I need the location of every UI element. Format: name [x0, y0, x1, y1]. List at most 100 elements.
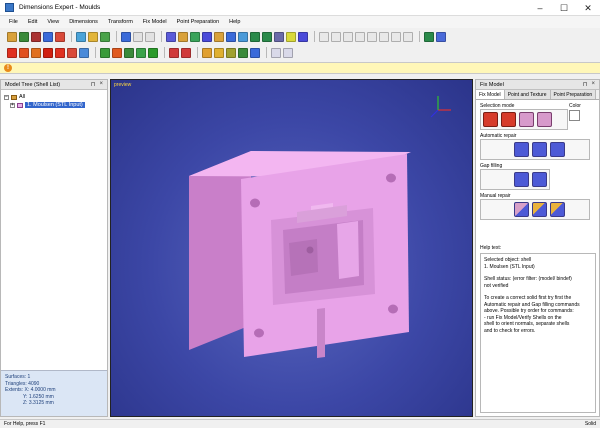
fill-holes-button[interactable]	[514, 172, 529, 187]
toolbar-button-row1-0[interactable]	[7, 31, 17, 42]
color-group: Color	[569, 103, 593, 121]
add-triangle-button[interactable]	[550, 202, 565, 217]
select-triangle-button[interactable]	[501, 112, 516, 127]
automatic-repair-group: Automatic repair	[480, 133, 590, 160]
toolbar-button-row1-17[interactable]	[202, 31, 212, 42]
select-edge-button[interactable]	[537, 112, 552, 127]
toolbar-button-row2-24[interactable]	[283, 47, 293, 58]
toolbar-separator	[419, 31, 420, 42]
menu-point-preparation[interactable]: Point Preparation	[177, 19, 220, 25]
toolbar-button-row2-12[interactable]	[148, 47, 158, 58]
toolbar-button-row2-0[interactable]	[7, 47, 17, 58]
toolbar-button-row1-14[interactable]	[166, 31, 176, 42]
tree-item-label: 1. Moulsen (STL Input)	[25, 102, 85, 108]
toolbar-button-row2-2[interactable]	[31, 47, 41, 58]
toolbar-button-row2-14[interactable]	[169, 47, 179, 58]
warning-icon: !	[4, 64, 12, 72]
tab-fix-model[interactable]: Fix Model	[476, 90, 505, 99]
toolbar-button-row1-37[interactable]	[436, 31, 446, 42]
orient-normals-button[interactable]	[550, 142, 565, 157]
toolbar-button-row1-25[interactable]	[298, 31, 308, 42]
toolbar-button-row1-11[interactable]	[133, 31, 143, 42]
maximize-button[interactable]: ☐	[552, 0, 576, 16]
panel-close-icon[interactable]: ×	[99, 81, 103, 88]
toolbar-button-row1-33[interactable]	[391, 31, 401, 42]
toolbar-button-row2-15[interactable]	[181, 47, 191, 58]
toolbar-button-row2-6[interactable]	[79, 47, 89, 58]
select-surface-button[interactable]	[519, 112, 534, 127]
toolbar-button-row2-20[interactable]	[238, 47, 248, 58]
toolbar-button-row1-29[interactable]	[343, 31, 353, 42]
toolbar-button-row2-19[interactable]	[226, 47, 236, 58]
tree-item-label: All	[19, 94, 26, 100]
toolbar-button-row1-16[interactable]	[190, 31, 200, 42]
toolbar-button-row1-31[interactable]	[367, 31, 377, 42]
toolbar-button-row2-9[interactable]	[112, 47, 122, 58]
select-shell-button[interactable]	[483, 112, 498, 127]
toolbar-button-row2-10[interactable]	[124, 47, 134, 58]
minimize-button[interactable]: –	[528, 0, 552, 16]
toolbar-button-row1-22[interactable]	[262, 31, 272, 42]
tree-item-moulsen[interactable]: + 1. Moulsen (STL Input)	[4, 101, 104, 109]
toolbar-button-row1-10[interactable]	[121, 31, 131, 42]
tab-point-preparation[interactable]: Point Preparation	[550, 90, 597, 99]
toolbar-button-row2-21[interactable]	[250, 47, 260, 58]
toolbar-button-row1-1[interactable]	[19, 31, 29, 42]
menu-fix-model[interactable]: Fix Model	[143, 19, 167, 25]
menu-dimensions[interactable]: Dimensions	[69, 19, 98, 25]
toolbar-button-row2-1[interactable]	[19, 47, 29, 58]
toolbar-button-row1-36[interactable]	[424, 31, 434, 42]
toolbar-button-row1-28[interactable]	[331, 31, 341, 42]
toolbar-button-row1-8[interactable]	[100, 31, 110, 42]
toolbar-button-row1-32[interactable]	[379, 31, 389, 42]
toolbar-button-row1-23[interactable]	[274, 31, 284, 42]
pin-icon[interactable]: ⊓	[583, 81, 588, 88]
close-button[interactable]: ✕	[576, 0, 600, 16]
toolbar-button-row2-3[interactable]	[43, 47, 53, 58]
menu-file[interactable]: File	[9, 19, 18, 25]
pin-icon[interactable]: ⊓	[91, 81, 96, 88]
tree-item-all[interactable]: − All	[4, 93, 104, 101]
toolbar-button-row1-7[interactable]	[88, 31, 98, 42]
invert-normals-button[interactable]	[514, 202, 529, 217]
toolbar-button-row2-23[interactable]	[271, 47, 281, 58]
toolbar-button-row1-12[interactable]	[145, 31, 155, 42]
toolbar-button-row1-30[interactable]	[355, 31, 365, 42]
tab-point-and-texture[interactable]: Point and Texture	[504, 90, 551, 99]
toolbar-button-row2-8[interactable]	[100, 47, 110, 58]
toolbar-button-row1-18[interactable]	[214, 31, 224, 42]
toolbar-button-row1-2[interactable]	[31, 31, 41, 42]
toolbar-button-row2-17[interactable]	[202, 47, 212, 58]
toolbar-button-row1-27[interactable]	[319, 31, 329, 42]
toolbar-button-row1-19[interactable]	[226, 31, 236, 42]
menu-transform[interactable]: Transform	[108, 19, 133, 25]
message-bar: !	[0, 62, 600, 74]
menu-help[interactable]: Help	[229, 19, 240, 25]
3d-viewport[interactable]: preview	[110, 79, 473, 417]
help-text-box: Selected object: shell 1. Moulsen (STL I…	[480, 253, 596, 413]
toolbar-button-row2-5[interactable]	[67, 47, 77, 58]
toolbar-button-row1-6[interactable]	[76, 31, 86, 42]
toolbar-button-row1-15[interactable]	[178, 31, 188, 42]
auto-repair-button[interactable]	[514, 142, 529, 157]
part-icon	[17, 102, 23, 108]
menu-view[interactable]: View	[47, 19, 59, 25]
toolbar-button-row1-20[interactable]	[238, 31, 248, 42]
toolbar-button-row1-24[interactable]	[286, 31, 296, 42]
toolbar-button-row1-21[interactable]	[250, 31, 260, 42]
expand-icon[interactable]: +	[10, 102, 15, 108]
toolbar-button-row2-18[interactable]	[214, 47, 224, 58]
color-swatch[interactable]	[569, 110, 580, 121]
collapse-icon[interactable]: −	[4, 94, 9, 100]
toolbar-button-row2-4[interactable]	[55, 47, 65, 58]
verify-shell-button[interactable]	[532, 142, 547, 157]
panel-close-icon[interactable]: ×	[591, 81, 595, 88]
toolbar-button-row2-11[interactable]	[136, 47, 146, 58]
toolbar-button-row1-3[interactable]	[43, 31, 53, 42]
toolbar-button-row1-34[interactable]	[403, 31, 413, 42]
toolbar-button-row1-4[interactable]	[55, 31, 65, 42]
menu-edit[interactable]: Edit	[28, 19, 37, 25]
delete-triangles-button[interactable]	[532, 202, 547, 217]
stitch-gaps-button[interactable]	[532, 172, 547, 187]
window-title: Dimensions Expert - Moulds	[19, 4, 101, 11]
